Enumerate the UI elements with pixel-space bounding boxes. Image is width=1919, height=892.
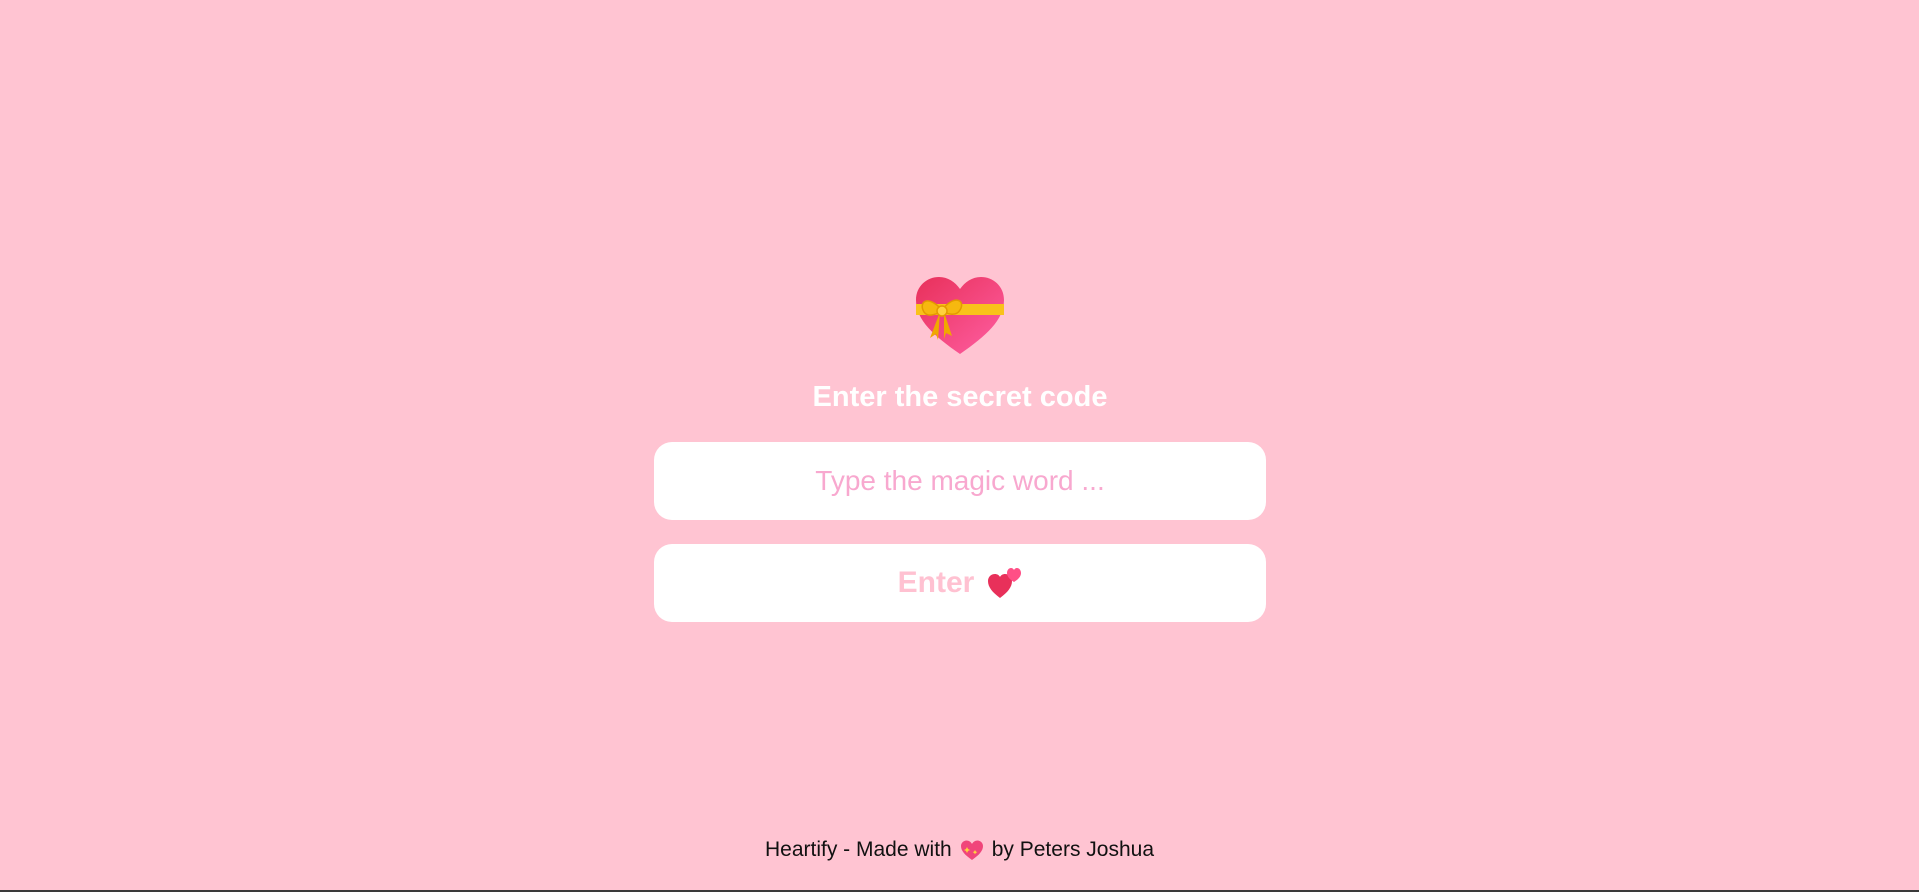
heart-with-ribbon-icon xyxy=(916,277,1004,354)
page-title: Enter the secret code xyxy=(812,381,1108,413)
heart-with-sparkles-icon xyxy=(960,840,983,860)
footer-text-start: Heartify - Made with xyxy=(765,838,952,861)
footer-text-end: by Peters Joshua xyxy=(991,838,1154,861)
enter-button-label: Enter xyxy=(897,566,975,599)
footer: Heartify - Made with by Peters Joshua xyxy=(0,838,1919,862)
secret-code-input[interactable] xyxy=(654,442,1266,520)
page: Enter the secret code Enter Heartify - M… xyxy=(0,0,1919,892)
secret-code-panel: Enter the secret code Enter xyxy=(654,276,1266,622)
enter-button[interactable]: Enter xyxy=(654,544,1266,622)
two-hearts-icon xyxy=(988,568,1022,598)
